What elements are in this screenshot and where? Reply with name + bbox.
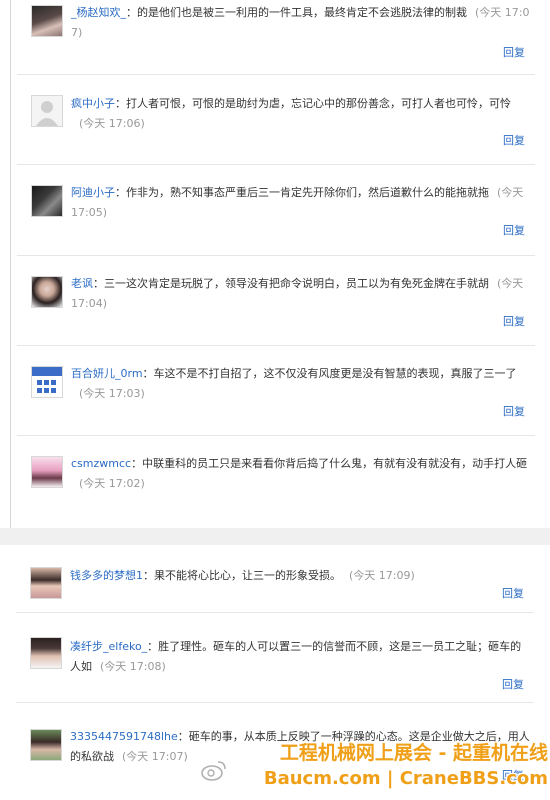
comment-body: csmzwmcc：中联重科的员工只是来看看你背后捣了什么鬼，有就有没有就没有，动… [71, 457, 528, 490]
username-link[interactable]: 3335447591748lhe [70, 730, 178, 743]
weibo-logo-icon [201, 761, 226, 781]
username-link[interactable]: _杨赵知欢_ [71, 6, 126, 19]
avatar[interactable] [31, 95, 63, 127]
comment-text: 三一这次肯定是玩脱了，领导没有把命令说明白，员工以为有免死金牌在手就胡 [104, 277, 489, 290]
comment-body: 老讽：三一这次肯定是玩脱了，领导没有把命令说明白，员工以为有免死金牌在手就胡 (今… [71, 277, 524, 310]
comment-text: 作非为，熟不知事态严重后三一肯定先开除你们，然后道歉什么的能拖就拖 [126, 186, 489, 199]
list-item: csmzwmcc：中联重科的员工只是来看看你背后捣了什么鬼，有就有没有就没有，动… [11, 436, 545, 528]
avatar[interactable] [30, 729, 62, 761]
avatar[interactable] [31, 366, 63, 398]
comment-text: 打人者可恨，可恨的是助纣为虐，忘记心中的那份善念，可打人者也可怜，可怜 [126, 97, 511, 110]
comment-text: 的是他们也是被三一利用的一件工具，最终肯定不会逃脱法律的制裁 [137, 6, 467, 19]
watermark-line1: 工程机械网上展会 - 起重机在线 [279, 742, 548, 764]
comment-body: 钱多多的梦想1：果不能将心比心，让三一的形象受损。 (今天 17:09) [70, 569, 415, 582]
list-item: 百合妍儿_0rm：车这不是不打自招了，这不仅没有风度更是没有智慧的表现，真服了三… [11, 346, 545, 436]
avatar[interactable] [31, 456, 63, 488]
list-item: 疯中小子：打人者可恨，可恨的是助纣为虐，忘记心中的那份善念，可打人者也可怜，可怜… [11, 75, 545, 165]
comment-list-top: _杨赵知欢_：的是他们也是被三一利用的一件工具，最终肯定不会逃脱法律的制裁 (今天… [10, 0, 545, 528]
reply-link[interactable]: 回复 [503, 313, 525, 329]
comment-body: 阿迪小子：作非为，熟不知事态严重后三一肯定先开除你们，然后道歉什么的能拖就拖 (今… [71, 186, 524, 219]
username-link[interactable]: 凑纤步_elfeko_ [70, 640, 147, 653]
timestamp: (今天 17:08) [100, 660, 166, 673]
list-item: 凑纤步_elfeko_：胜了理性。砸车的人可以置三一的信誉而不顾，这是三一员工之… [10, 613, 544, 703]
comment-body: _杨赵知欢_：的是他们也是被三一利用的一件工具，最终肯定不会逃脱法律的制裁 (今天… [71, 6, 530, 39]
avatar[interactable] [31, 276, 63, 308]
reply-link[interactable]: 回复 [503, 44, 525, 60]
calendar-icon [37, 380, 56, 393]
timestamp: (今天 17:02) [79, 477, 145, 490]
comment-body: 凑纤步_elfeko_：胜了理性。砸车的人可以置三一的信誉而不顾，这是三一员工之… [70, 640, 522, 673]
comment-text: 车这不是不打自招了，这不仅没有风度更是没有智慧的表现，真服了三一了 [153, 367, 517, 380]
username-link[interactable]: 钱多多的梦想1 [70, 569, 143, 582]
username-link[interactable]: csmzwmcc [71, 457, 131, 470]
username-link[interactable]: 百合妍儿_0rm [71, 367, 143, 380]
reply-link[interactable]: 回复 [503, 403, 525, 419]
avatar[interactable] [30, 567, 62, 599]
comment-body: 百合妍儿_0rm：车这不是不打自招了，这不仅没有风度更是没有智慧的表现，真服了三… [71, 367, 517, 400]
list-item: 老讽：三一这次肯定是玩脱了，领导没有把命令说明白，员工以为有免死金牌在手就胡 (今… [11, 256, 545, 346]
list-item: 钱多多的梦想1：果不能将心比心，让三一的形象受损。 (今天 17:09) 回复 [10, 545, 544, 613]
watermark-line2: Baucm.com | CraneBBS.com [263, 768, 548, 789]
timestamp: (今天 17:07) [122, 750, 188, 763]
comment-text: 中联重科的员工只是来看看你背后捣了什么鬼，有就有没有就没有，动手打人砸 [142, 457, 528, 470]
username-link[interactable]: 阿迪小子 [71, 186, 115, 199]
reply-link[interactable]: 回复 [503, 222, 525, 238]
list-item: _杨赵知欢_：的是他们也是被三一利用的一件工具，最终肯定不会逃脱法律的制裁 (今天… [11, 0, 545, 75]
timestamp: (今天 17:06) [79, 117, 145, 130]
watermark: 工程机械网上展会 - 起重机在线 Baucm.com | CraneBBS.co… [236, 740, 548, 796]
reply-link[interactable]: 回复 [502, 585, 524, 601]
avatar[interactable] [31, 5, 63, 37]
user-silhouette-icon [36, 101, 58, 126]
list-item: 阿迪小子：作非为，熟不知事态严重后三一肯定先开除你们，然后道歉什么的能拖就拖 (今… [11, 165, 545, 256]
screenshot-seam [0, 528, 550, 545]
timestamp: (今天 17:03) [79, 387, 145, 400]
comment-body: 疯中小子：打人者可恨，可恨的是助纣为虐，忘记心中的那份善念，可打人者也可怜，可怜… [71, 97, 511, 130]
username-link[interactable]: 疯中小子 [71, 97, 115, 110]
reply-link[interactable]: 回复 [502, 676, 524, 692]
comment-text: 果不能将心比心，让三一的形象受损。 [154, 569, 341, 582]
timestamp: (今天 17:09) [349, 569, 415, 582]
avatar[interactable] [31, 185, 63, 217]
avatar[interactable] [30, 637, 62, 669]
username-link[interactable]: 老讽 [71, 277, 93, 290]
reply-link[interactable]: 回复 [503, 132, 525, 148]
